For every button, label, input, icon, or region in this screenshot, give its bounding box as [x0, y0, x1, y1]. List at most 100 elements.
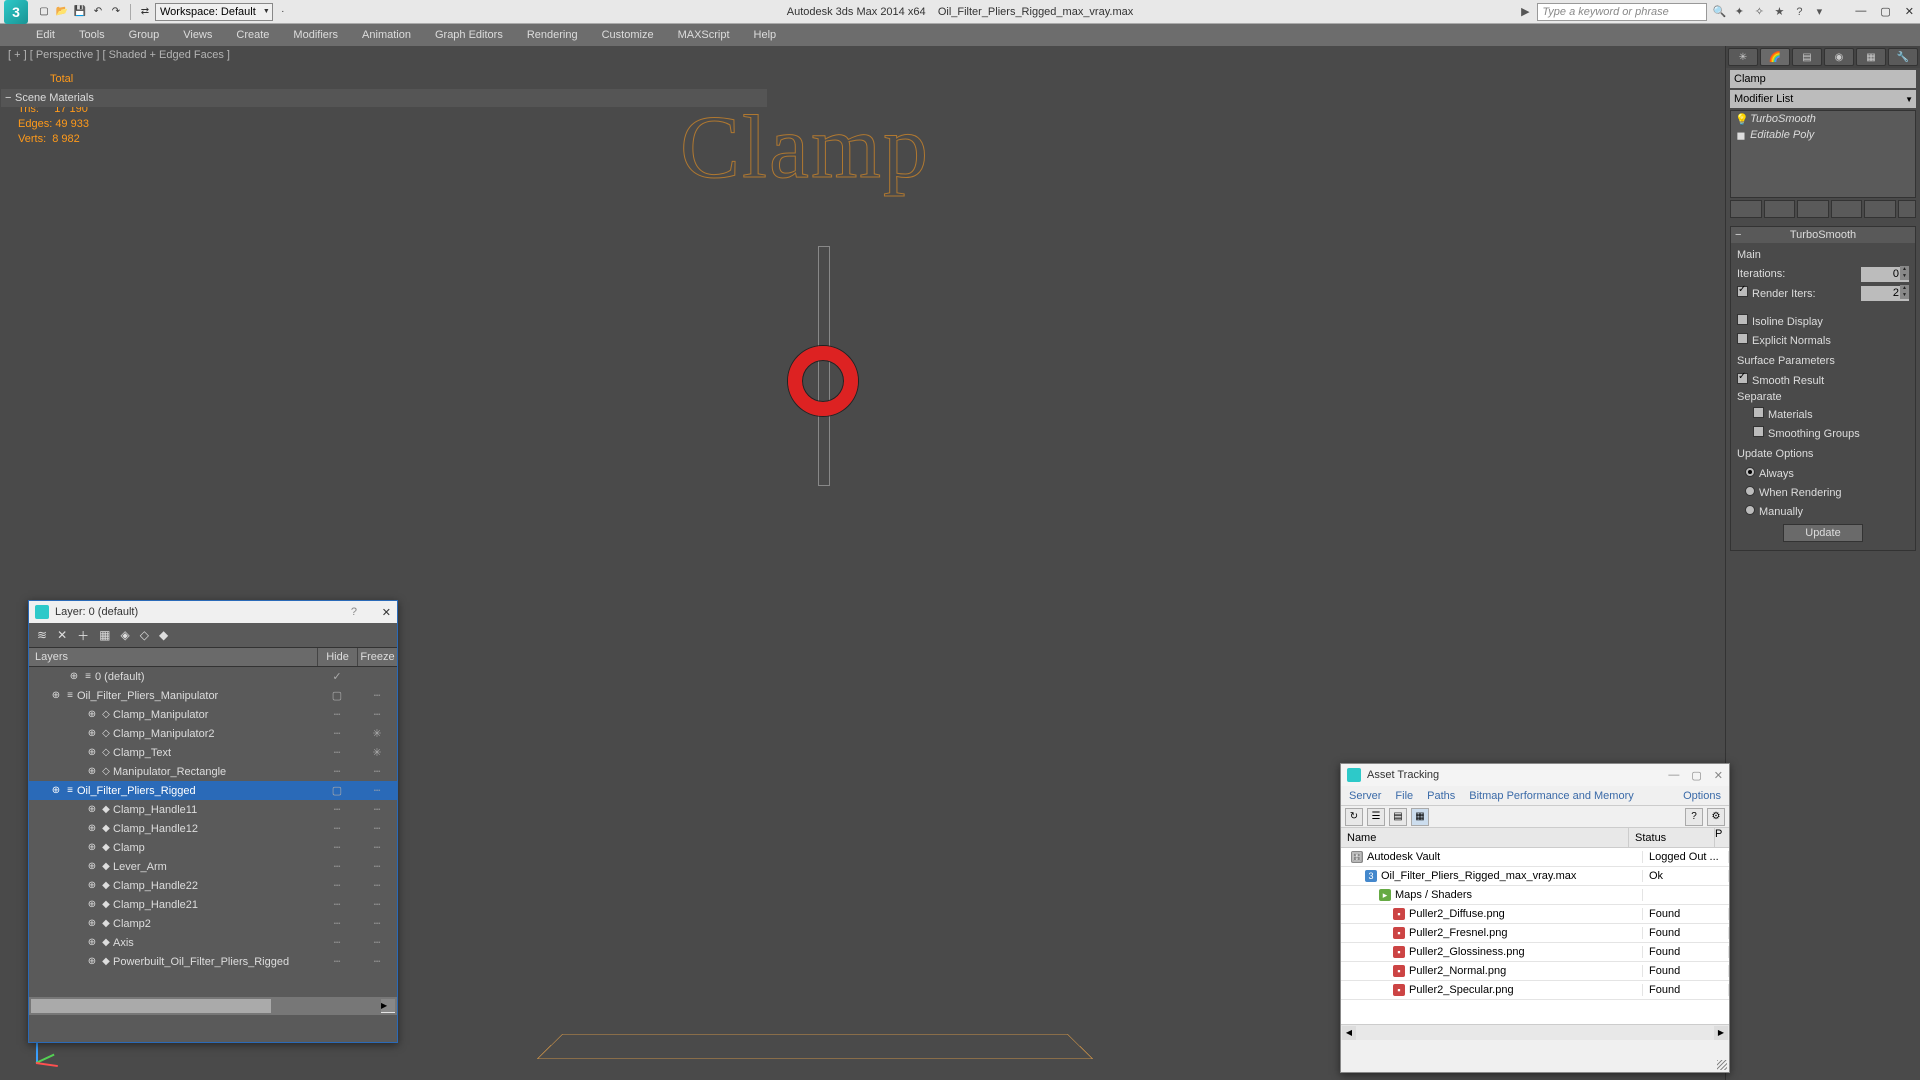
workspace-opts-icon[interactable]: ·: [275, 4, 291, 20]
menu-help[interactable]: Help: [742, 24, 789, 46]
scroll-right-icon[interactable]: ▶: [1714, 1026, 1728, 1040]
asset-opts-icon[interactable]: ⚙: [1707, 808, 1725, 826]
asset-table-icon[interactable]: ▤: [1389, 808, 1407, 826]
layer-row[interactable]: ⊕≡0 (default)✓: [29, 667, 397, 686]
layer-row[interactable]: ⊕◆Clamp_Handle11┄┄: [29, 800, 397, 819]
close-button[interactable]: ✕: [1905, 5, 1914, 18]
layer-row[interactable]: ⊕◇Clamp_Text┄✳: [29, 743, 397, 762]
update-button[interactable]: Update: [1783, 524, 1863, 542]
viewport-label[interactable]: [ + ] [ Perspective ] [ Shaded + Edged F…: [8, 49, 230, 61]
layer-row[interactable]: ⊕◆Powerbuilt_Oil_Filter_Pliers_Rigged┄┄: [29, 952, 397, 971]
asset-list-icon[interactable]: ▦: [1411, 808, 1429, 826]
menu-rendering[interactable]: Rendering: [515, 24, 590, 46]
layer-row[interactable]: ⊕◇Clamp_Manipulator2┄✳: [29, 724, 397, 743]
layer-row[interactable]: ⊕◇Manipulator_Rectangle┄┄: [29, 762, 397, 781]
smooth-result-checkbox[interactable]: [1737, 373, 1748, 384]
search-icon[interactable]: 🔍: [1711, 4, 1727, 20]
undo-icon[interactable]: ↶: [90, 4, 106, 20]
asset-list[interactable]: 🗄Autodesk VaultLogged Out ...3Oil_Filter…: [1341, 848, 1729, 1000]
link-icon[interactable]: ⇄: [137, 4, 153, 20]
menu-group[interactable]: Group: [117, 24, 172, 46]
tab-modify[interactable]: 🌈: [1760, 48, 1790, 66]
asset-row[interactable]: 3Oil_Filter_Pliers_Rigged_max_vray.maxOk: [1341, 867, 1729, 886]
asset-row[interactable]: 🗄Autodesk VaultLogged Out ...: [1341, 848, 1729, 867]
menu-create[interactable]: Create: [224, 24, 281, 46]
asset-menu-file[interactable]: File: [1395, 790, 1413, 802]
layer-row[interactable]: ⊕◆Clamp_Handle21┄┄: [29, 895, 397, 914]
tab-utilities[interactable]: 🔧: [1888, 48, 1918, 66]
favorite-icon[interactable]: ★: [1771, 4, 1787, 20]
scroll-thumb[interactable]: [31, 999, 271, 1013]
layer-hide-icon[interactable]: ◇: [140, 628, 149, 642]
menu-maxscript[interactable]: MAXScript: [666, 24, 742, 46]
layer-highlight-icon[interactable]: ◈: [120, 628, 129, 642]
layer-row[interactable]: ⊕◆Clamp2┄┄: [29, 914, 397, 933]
render-iters-checkbox[interactable]: [1737, 286, 1748, 297]
asset-titlebar[interactable]: Asset Tracking —▢✕: [1341, 764, 1729, 786]
layer-row[interactable]: ⊕◆Clamp_Handle12┄┄: [29, 819, 397, 838]
object-name-field[interactable]: Clamp: [1730, 70, 1916, 88]
exchange-icon[interactable]: ✧: [1751, 4, 1767, 20]
asset-row[interactable]: ▪Puller2_Fresnel.pngFound: [1341, 924, 1729, 943]
workspace-dropdown[interactable]: Workspace: Default: [155, 3, 273, 21]
maximize-button[interactable]: ▢: [1880, 5, 1890, 18]
comm-center-icon[interactable]: ✦: [1731, 4, 1747, 20]
layer-delete-icon[interactable]: ✕: [57, 628, 67, 642]
modifier-stack[interactable]: 💡 TurboSmooth ◼ Editable Poly: [1730, 110, 1916, 198]
material-category[interactable]: Scene Materials: [1, 89, 767, 107]
menu-modifiers[interactable]: Modifiers: [281, 24, 350, 46]
info-arrow-icon[interactable]: ▶: [1517, 4, 1533, 20]
layer-sel-icon[interactable]: ▦: [99, 628, 110, 642]
layer-row[interactable]: ⊕≡Oil_Filter_Pliers_Rigged▢┄: [29, 781, 397, 800]
asset-row[interactable]: ▪Puller2_Specular.pngFound: [1341, 981, 1729, 1000]
close-icon[interactable]: ✕: [382, 606, 391, 619]
iterations-spinner[interactable]: 0: [1861, 267, 1909, 282]
help-icon[interactable]: ?: [1791, 4, 1807, 20]
isoline-checkbox[interactable]: [1737, 314, 1748, 325]
update-render-radio[interactable]: [1745, 486, 1755, 496]
tab-hierarchy[interactable]: ▤: [1792, 48, 1822, 66]
asset-menu-paths[interactable]: Paths: [1427, 790, 1455, 802]
update-always-radio[interactable]: [1745, 467, 1755, 477]
asset-menu-bitmap[interactable]: Bitmap Performance and Memory: [1469, 790, 1633, 802]
minimize-icon[interactable]: —: [1668, 769, 1679, 782]
close-icon[interactable]: ✕: [1714, 769, 1723, 782]
menu-animation[interactable]: Animation: [350, 24, 423, 46]
asset-hscroll[interactable]: ◀ ▶: [1341, 1024, 1729, 1040]
scroll-right-icon[interactable]: ▶: [381, 999, 395, 1013]
asset-menu-server[interactable]: Server: [1349, 790, 1381, 802]
tab-create[interactable]: ✳: [1728, 48, 1758, 66]
modifier-stack-tools[interactable]: [1730, 200, 1916, 218]
app-icon[interactable]: 3: [4, 0, 28, 24]
asset-help-icon[interactable]: ?: [1685, 808, 1703, 826]
menu-views[interactable]: Views: [171, 24, 224, 46]
explicit-checkbox[interactable]: [1737, 333, 1748, 344]
asset-row[interactable]: ▪Puller2_Normal.pngFound: [1341, 962, 1729, 981]
maximize-icon[interactable]: ▢: [1691, 769, 1701, 782]
asset-menu-options[interactable]: Options: [1683, 790, 1721, 802]
modifier-list-dropdown[interactable]: Modifier List: [1730, 90, 1916, 108]
menu-grapheditors[interactable]: Graph Editors: [423, 24, 515, 46]
asset-row[interactable]: ▪Puller2_Diffuse.pngFound: [1341, 905, 1729, 924]
asset-row[interactable]: ▸Maps / Shaders: [1341, 886, 1729, 905]
tab-display[interactable]: ▦: [1856, 48, 1886, 66]
layer-new-icon[interactable]: ≋: [37, 628, 47, 642]
help-dd-icon[interactable]: ▾: [1811, 4, 1827, 20]
tab-motion[interactable]: ◉: [1824, 48, 1854, 66]
layer-row[interactable]: ⊕◆Clamp_Handle22┄┄: [29, 876, 397, 895]
help-icon[interactable]: ?: [351, 606, 357, 618]
menu-tools[interactable]: Tools: [67, 24, 117, 46]
render-iters-spinner[interactable]: 2: [1861, 286, 1909, 301]
resize-grip[interactable]: [1717, 1060, 1727, 1070]
asset-tree-icon[interactable]: ☰: [1367, 808, 1385, 826]
sep-materials-checkbox[interactable]: [1753, 407, 1764, 418]
layer-add-icon[interactable]: ＋: [77, 627, 89, 644]
layer-prop-icon[interactable]: ◆: [159, 628, 168, 642]
layer-list[interactable]: ⊕≡0 (default)✓⊕≡Oil_Filter_Pliers_Manipu…: [29, 667, 397, 997]
asset-row[interactable]: ▪Puller2_Glossiness.pngFound: [1341, 943, 1729, 962]
layer-row[interactable]: ⊕◆Lever_Arm┄┄: [29, 857, 397, 876]
menu-edit[interactable]: Edit: [24, 24, 67, 46]
layer-row[interactable]: ⊕◇Clamp_Manipulator┄┄: [29, 705, 397, 724]
update-manual-radio[interactable]: [1745, 505, 1755, 515]
minimize-button[interactable]: —: [1855, 5, 1866, 18]
